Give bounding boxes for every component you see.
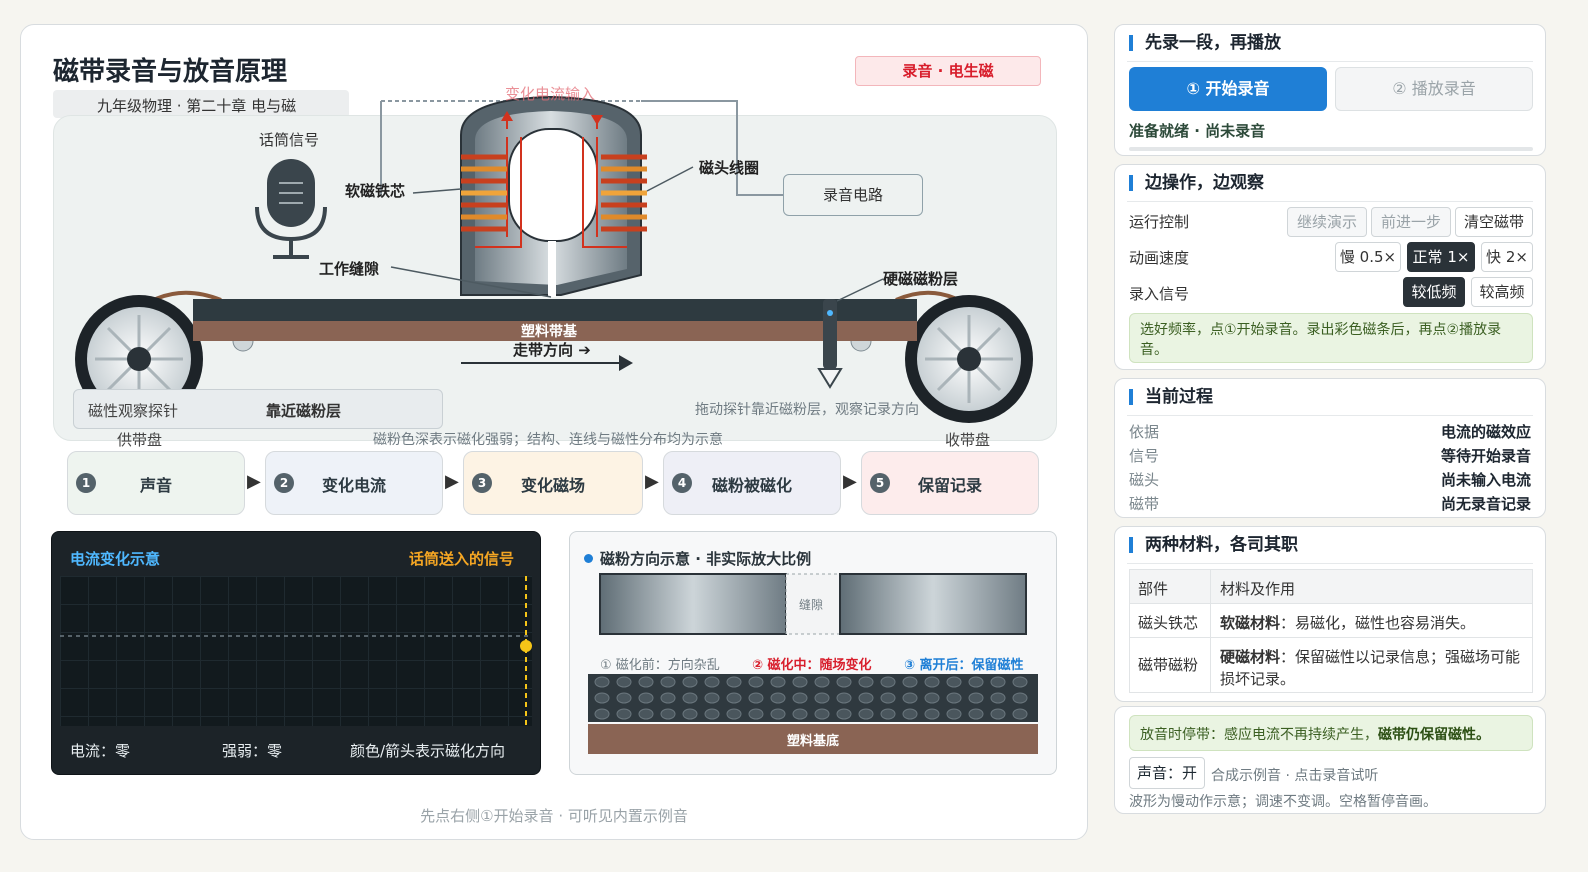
- process-key: 磁头: [1129, 471, 1160, 489]
- controls-panel: 边操作，边观察 运行控制 继续演示 前进一步 清空磁带 动画速度 慢 0.5× …: [1114, 164, 1546, 370]
- process-key: 磁带: [1129, 495, 1160, 513]
- step-arrow: ▶: [843, 471, 857, 492]
- playback-tip: 放音时停带：感应电流不再持续产生，磁带仍保留磁性。: [1129, 715, 1533, 751]
- scope-title: 电流变化示意: [70, 550, 161, 568]
- playback-panel: 放音时停带：感应电流不再持续产生，磁带仍保留磁性。 声音：开 合成示例音 · 点…: [1114, 706, 1546, 814]
- scope-trace: [60, 576, 532, 726]
- plastic-base-label: 塑料带基: [521, 324, 577, 340]
- stage-during: ② 磁化中：随场变化: [752, 658, 872, 673]
- scope-current: 电流：零: [70, 742, 131, 760]
- base-label: 塑料基底: [786, 734, 839, 749]
- process-value: 等待开始录音: [1440, 447, 1531, 465]
- take-up-reel: [905, 295, 1033, 423]
- panel-title: 先录一段，再播放: [1129, 35, 1281, 52]
- process-value: 尚无录音记录: [1440, 495, 1531, 513]
- take-reel-label: 收带盘: [945, 431, 991, 449]
- tape-direction-label: 走带方向 ➔: [513, 341, 591, 359]
- main-stage: 磁带录音与放音原理 九年级物理 · 第二十章 电与磁 录音 · 电生磁 变化电流…: [20, 24, 1088, 840]
- record-status: 准备就绪 · 尚未录音: [1129, 122, 1266, 140]
- low-freq-button[interactable]: 较低频: [1403, 277, 1465, 307]
- scope-strength: 强弱：零: [222, 742, 283, 760]
- step-forward-button[interactable]: 前进一步: [1371, 207, 1451, 237]
- table-row: 磁带磁粉 硬磁材料：保留磁性以记录信息；强磁场可能损坏记录。: [1130, 638, 1532, 692]
- step-field: 3 变化磁场: [463, 451, 643, 515]
- recording-head: [460, 95, 647, 297]
- probe-value: 靠近磁粉层: [266, 402, 342, 420]
- materials-table: 部件 材料及作用 磁头铁芯 软磁材料：易磁化，磁性也容易消失。 磁带磁粉 硬磁材…: [1129, 569, 1533, 693]
- table-header: 部件 材料及作用: [1130, 570, 1532, 604]
- table-row: 磁头铁芯 软磁材料：易磁化，磁性也容易消失。: [1130, 604, 1532, 638]
- current-scope: 电流变化示意 话筒送入的信号 电流：零 强弱：零 颜色/箭头表示磁化方向: [51, 531, 541, 775]
- step-sound: 1 声音: [67, 451, 245, 515]
- panel-title: 当前过程: [1129, 389, 1213, 406]
- stage-before: ① 磁化前：方向杂乱: [600, 658, 720, 673]
- scope-signal-label: 话筒送入的信号: [408, 550, 514, 568]
- recording-circuit-box: 录音电路: [783, 174, 923, 216]
- step-arrow: ▶: [445, 471, 459, 492]
- magnetic-layer: [193, 299, 917, 321]
- drag-hint: 拖动探针靠近磁粉层，观察记录方向: [695, 402, 919, 418]
- footer-hint: 先点右侧①开始录音 · 可听见内置示例音: [420, 807, 688, 825]
- gap-marker: 缝隙: [799, 598, 824, 612]
- step-arrow: ▶: [645, 471, 659, 492]
- panel-title: 两种材料，各司其职: [1129, 537, 1298, 554]
- coil-label: 磁头线圈: [699, 159, 760, 177]
- process-key: 信号: [1129, 447, 1160, 465]
- speed-slow-button[interactable]: 慢 0.5×: [1335, 242, 1401, 272]
- scope-legend: 颜色/箭头表示磁化方向: [350, 742, 506, 760]
- process-panel: 当前过程 依据 电流的磁效应 信号 等待开始录音 磁头 尚未输入电流 磁带 尚无…: [1114, 378, 1546, 518]
- high-freq-button[interactable]: 较高频: [1471, 277, 1533, 307]
- signal-label: 录入信号: [1129, 285, 1190, 303]
- record-progress: [1129, 147, 1533, 151]
- soft-core-label: 软磁铁芯: [345, 182, 406, 200]
- clear-tape-button[interactable]: 清空磁带: [1455, 207, 1533, 237]
- run-control-label: 运行控制: [1129, 213, 1190, 231]
- stage-after: ③ 离开后：保留磁性: [904, 658, 1024, 673]
- sound-note: 合成示例音 · 点击录音试听: [1211, 768, 1379, 784]
- scope-grid: [60, 576, 532, 726]
- probe-label: 磁性观察探针: [88, 402, 179, 420]
- current-input-label: 变化电流输入: [505, 85, 596, 103]
- step-arrow: ▶: [247, 471, 261, 492]
- panel-title: 边操作，边观察: [1129, 175, 1264, 192]
- start-record-button[interactable]: ① 开始录音: [1129, 67, 1327, 111]
- record-play-panel: 先录一段，再播放 ① 开始录音 ② 播放录音 准备就绪 · 尚未录音: [1114, 24, 1546, 156]
- mic-signal-label: 话筒信号: [259, 131, 320, 149]
- process-value: 电流的磁效应: [1440, 423, 1531, 441]
- speed-normal-button[interactable]: 正常 1×: [1407, 242, 1475, 272]
- step-magnetize: 4 磁粉被磁化: [663, 451, 841, 515]
- wave-note: 波形为慢动作示意；调速不变调。空格暂停音画。: [1129, 794, 1437, 810]
- sound-toggle[interactable]: 声音：开: [1129, 757, 1205, 789]
- gap-label: 工作缝隙: [319, 260, 380, 278]
- supply-reel-label: 供带盘: [117, 431, 163, 449]
- probe-control[interactable]: 磁性观察探针 靠近磁粉层: [73, 389, 443, 429]
- step-record: 5 保留记录: [861, 451, 1039, 515]
- controls-tip: 选好频率，点①开始录音。录出彩色磁条后，再点②播放录音。: [1129, 313, 1533, 363]
- hard-layer-label: 硬磁磁粉层: [883, 270, 959, 288]
- step-current: 2 变化电流: [265, 451, 443, 515]
- process-key: 依据: [1129, 423, 1160, 441]
- speed-label: 动画速度: [1129, 249, 1190, 267]
- materials-panel: 两种材料，各司其职 部件 材料及作用 磁头铁芯 软磁材料：易磁化，磁性也容易消失…: [1114, 526, 1546, 702]
- continue-button[interactable]: 继续演示: [1287, 207, 1367, 237]
- play-record-button[interactable]: ② 播放录音: [1335, 67, 1533, 111]
- scene-note: 磁粉色深表示磁化强弱；结构、连线与磁性分布均为示意: [373, 432, 723, 448]
- magnet-detail-panel: 磁粉方向示意 · 非实际放大比例 缝隙 ① 磁化前：方向杂乱 ② 磁化中：随场变…: [569, 531, 1057, 775]
- process-value: 尚未输入电流: [1440, 471, 1531, 489]
- microphone-icon: [255, 159, 327, 259]
- speed-fast-button[interactable]: 快 2×: [1481, 242, 1533, 272]
